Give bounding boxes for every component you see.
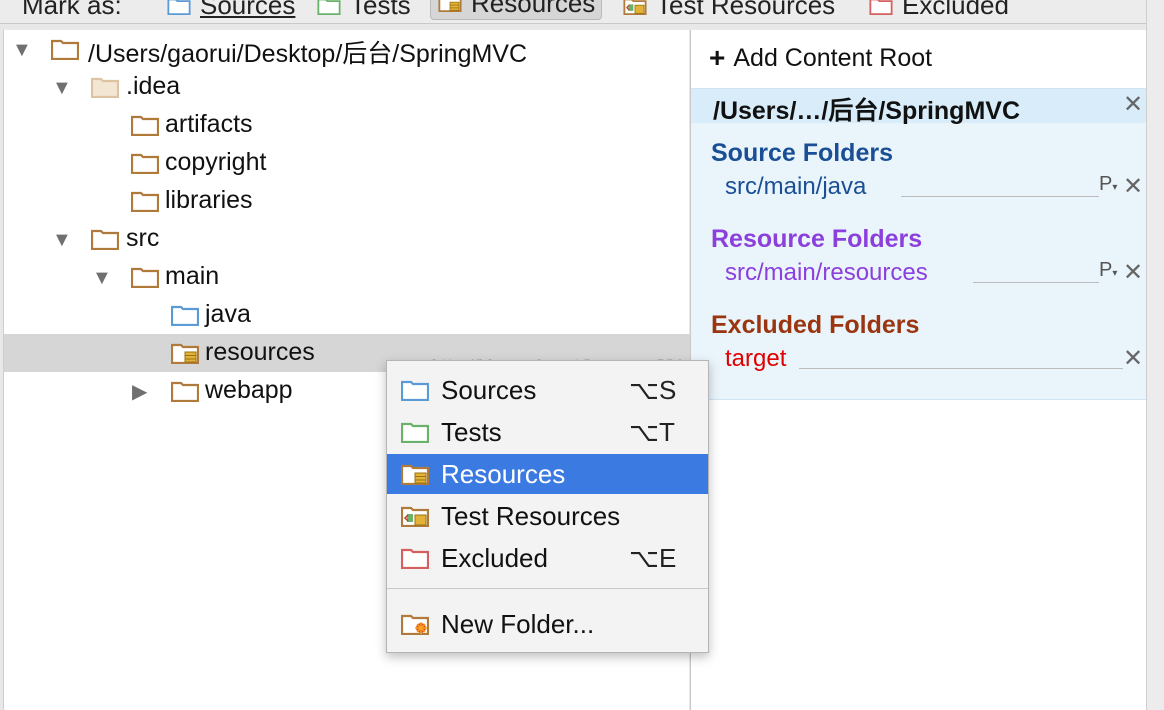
resource-folders-title: Resource Folders	[711, 225, 923, 253]
expanded-arrow-icon[interactable]: ▼	[52, 78, 72, 98]
folder-icon	[51, 38, 79, 60]
expanded-arrow-icon[interactable]: ▼	[52, 230, 72, 250]
tree-row-idea[interactable]: ▼ .idea	[4, 68, 690, 106]
resource-entry-divider	[973, 282, 1099, 283]
menu-item-tests[interactable]: Tests ⌥T	[387, 412, 708, 452]
add-content-root-button[interactable]: + Add Content Root	[709, 42, 932, 74]
resource-folder-entry: src/main/resources	[725, 259, 928, 286]
tree-label-artifacts: artifacts	[165, 110, 253, 138]
folder-icon	[131, 190, 159, 212]
folder-resources-icon	[171, 342, 199, 364]
folder-test-resources-icon	[622, 0, 648, 15]
tree-label-idea: .idea	[126, 72, 181, 100]
mark-tests-button[interactable]: Tests	[316, 0, 411, 21]
menu-label: Resources	[441, 458, 566, 489]
menu-shortcut: ⌥T	[629, 416, 675, 447]
tree-row-main[interactable]: ▼ main	[4, 258, 690, 296]
tree-label-root: /Users/gaorui/Desktop/后台/SpringMVC	[88, 40, 528, 68]
content-root-header: /Users/…/后台/SpringMVC ✕	[691, 89, 1147, 125]
excluded-folder-entry: target	[725, 345, 787, 372]
folder-resources-icon	[437, 0, 463, 12]
folder-icon	[91, 228, 119, 250]
folder-icon	[131, 114, 159, 136]
folder-icon	[171, 380, 199, 402]
mark-as-toolbar: Mark as: Sources Tests Resources Test Re…	[0, 0, 1146, 24]
menu-shortcut: ⌥E	[629, 542, 677, 573]
folder-sources-icon	[401, 379, 429, 401]
menu-label: Excluded	[441, 542, 548, 573]
folder-resources-icon	[401, 463, 429, 485]
remove-root-close-icon[interactable]: ✕	[1123, 93, 1143, 117]
menu-label: Sources	[441, 374, 537, 405]
folder-excluded-icon	[868, 0, 894, 15]
folder-icon	[131, 266, 159, 288]
tree-label-java: java	[205, 300, 251, 328]
content-roots-panel: + Add Content Root /Users/…/后台/SpringMVC…	[690, 30, 1147, 710]
tree-row-root[interactable]: ▼ /Users/gaorui/Desktop/后台/SpringMVC	[4, 30, 690, 68]
source-folders-title: Source Folders	[711, 139, 893, 167]
mark-resources-button[interactable]: Resources	[430, 0, 603, 20]
properties-button[interactable]: P▾	[1099, 173, 1117, 196]
menu-label: Test Resources	[441, 500, 621, 531]
remove-source-close-icon[interactable]: ✕	[1123, 175, 1143, 199]
mark-sources-button[interactable]: Sources	[166, 0, 295, 21]
tree-label-copyright: copyright	[165, 148, 267, 176]
menu-shortcut: ⌥S	[629, 374, 677, 405]
menu-label: Tests	[441, 416, 502, 447]
tree-row-libraries[interactable]: libraries	[4, 182, 690, 220]
folder-sources-icon	[166, 0, 192, 15]
tree-row-artifacts[interactable]: artifacts	[4, 106, 690, 144]
plus-icon: +	[709, 42, 726, 73]
folder-tests-icon	[401, 421, 429, 443]
expanded-arrow-icon[interactable]: ▼	[92, 268, 112, 288]
source-folder-entry: src/main/java	[725, 173, 867, 200]
remove-resource-close-icon[interactable]: ✕	[1123, 261, 1143, 285]
new-folder-icon	[401, 613, 429, 635]
window-edge-scrollbar	[1146, 0, 1164, 710]
content-root-path: /Users/…/后台/SpringMVC	[713, 97, 1020, 125]
mark-as-label: Mark as:	[22, 0, 122, 20]
remove-excluded-close-icon[interactable]: ✕	[1123, 347, 1143, 371]
folder-icon	[91, 76, 119, 98]
folder-sources-icon	[171, 304, 199, 326]
content-root-box: /Users/…/后台/SpringMVC ✕ Source Folders s…	[691, 88, 1147, 400]
source-entry-divider	[901, 196, 1099, 197]
collapsed-arrow-icon[interactable]: ▶	[132, 382, 152, 402]
folder-test-resources-icon	[401, 505, 429, 527]
menu-separator	[387, 588, 708, 589]
add-content-root-label: Add Content Root	[733, 43, 933, 72]
folder-icon	[131, 152, 159, 174]
menu-item-excluded[interactable]: Excluded ⌥E	[387, 538, 708, 578]
mark-excluded-button[interactable]: Excluded	[868, 0, 1009, 21]
menu-item-sources[interactable]: Sources ⌥S	[387, 370, 708, 410]
menu-label: New Folder...	[441, 608, 595, 639]
menu-item-new-folder[interactable]: New Folder...	[387, 604, 708, 644]
tree-row-src[interactable]: ▼ src	[4, 220, 690, 258]
tree-label-main: main	[165, 262, 220, 290]
folder-tests-icon	[316, 0, 342, 15]
tree-label-webapp: webapp	[205, 376, 293, 404]
excluded-folders-title: Excluded Folders	[711, 311, 920, 339]
tree-label-libraries: libraries	[165, 186, 253, 214]
menu-item-test-resources[interactable]: Test Resources	[387, 496, 708, 536]
tree-label-resources: resources	[205, 338, 315, 366]
expanded-arrow-icon[interactable]: ▼	[12, 40, 32, 60]
mark-directory-context-menu: Sources ⌥S Tests ⌥T Resources Test Resou…	[386, 360, 709, 653]
menu-item-resources[interactable]: Resources	[387, 454, 708, 494]
excluded-entry-divider	[799, 368, 1123, 369]
tree-label-src: src	[126, 224, 160, 252]
tree-row-copyright[interactable]: copyright	[4, 144, 690, 182]
mark-test-resources-button[interactable]: Test Resources	[622, 0, 835, 21]
tree-row-java[interactable]: java	[4, 296, 690, 334]
properties-button[interactable]: P▾	[1099, 259, 1117, 282]
folder-excluded-icon	[401, 547, 429, 569]
